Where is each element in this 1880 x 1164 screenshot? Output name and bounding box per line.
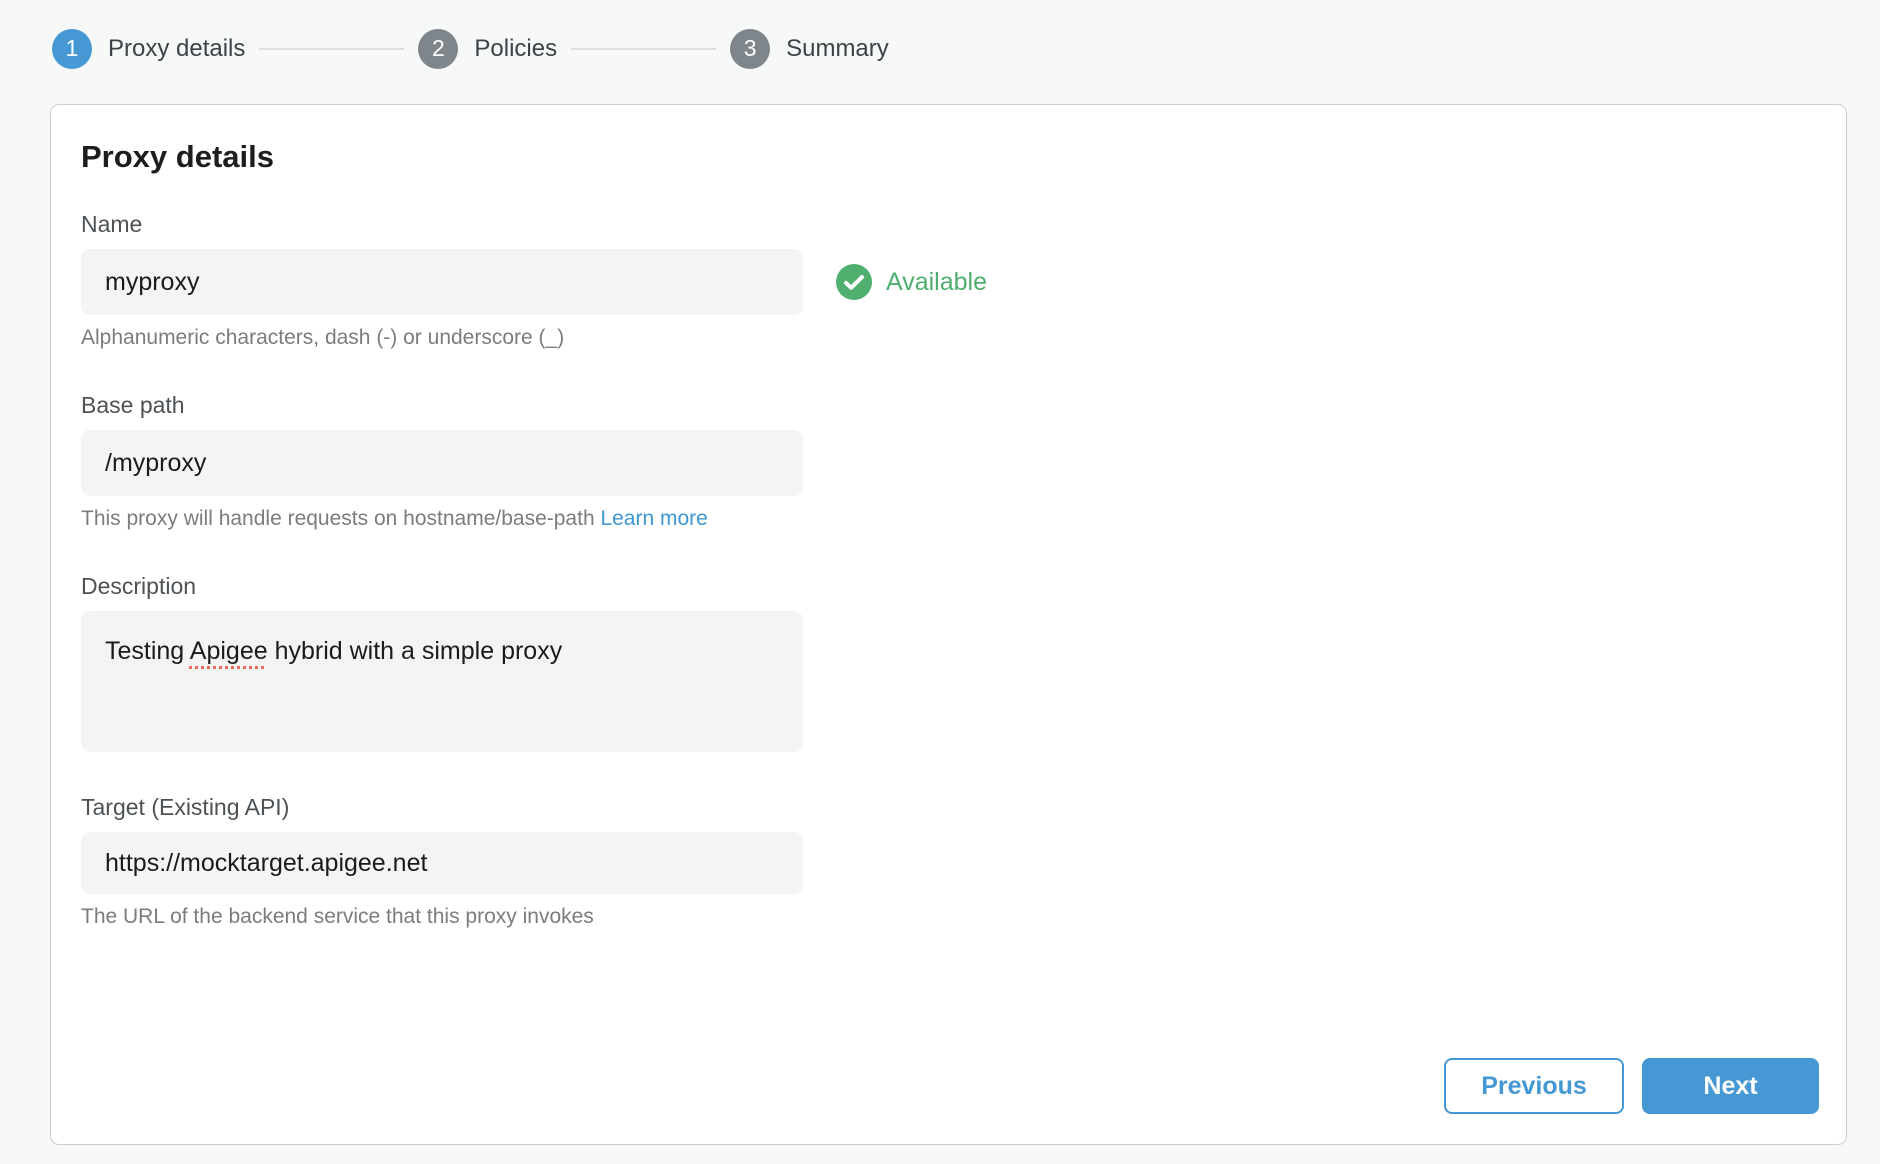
previous-button[interactable]: Previous: [1444, 1058, 1624, 1114]
name-label: Name: [81, 211, 1846, 238]
step-1-label: Proxy details: [108, 35, 245, 63]
name-input[interactable]: [81, 249, 803, 315]
description-field-group: Description Testing Apigee hybrid with a…: [81, 573, 1846, 752]
description-misspelled-word: Apigee: [190, 637, 268, 665]
name-field-group: Name Available Alphanumeric characters, …: [81, 211, 1846, 350]
wizard-stepper: 1 Proxy details 2 Policies 3 Summary: [52, 28, 1880, 69]
target-helper-text: The URL of the backend service that this…: [81, 905, 1846, 929]
name-helper-text: Alphanumeric characters, dash (-) or und…: [81, 326, 1846, 350]
base-path-helper-body: This proxy will handle requests on hostn…: [81, 507, 600, 530]
name-availability-status: Available: [836, 249, 987, 315]
step-2-label: Policies: [474, 35, 557, 63]
stepper-step-proxy-details[interactable]: 1 Proxy details: [52, 29, 245, 69]
panel-title: Proxy details: [81, 139, 1846, 175]
base-path-helper-text: This proxy will handle requests on hostn…: [81, 507, 1846, 531]
stepper-connector: [259, 48, 404, 50]
description-textarea[interactable]: Testing Apigee hybrid with a simple prox…: [81, 611, 803, 752]
base-path-field-group: Base path This proxy will handle request…: [81, 392, 1846, 531]
target-input[interactable]: [81, 832, 803, 894]
target-label: Target (Existing API): [81, 794, 1846, 821]
base-path-input[interactable]: [81, 430, 803, 496]
next-button[interactable]: Next: [1642, 1058, 1819, 1114]
step-3-circle: 3: [730, 29, 770, 69]
stepper-step-policies[interactable]: 2 Policies: [418, 29, 557, 69]
availability-label: Available: [886, 268, 987, 297]
step-1-circle: 1: [52, 29, 92, 69]
stepper-connector: [571, 48, 716, 50]
proxy-details-panel: Proxy details Name Available Alphanumeri…: [50, 104, 1847, 1145]
base-path-label: Base path: [81, 392, 1846, 419]
step-2-circle: 2: [418, 29, 458, 69]
description-text: hybrid with a simple proxy: [268, 637, 563, 665]
check-circle-icon: [836, 264, 872, 300]
target-field-group: Target (Existing API) The URL of the bac…: [81, 794, 1846, 929]
description-text: Testing: [105, 637, 190, 665]
step-3-label: Summary: [786, 35, 889, 63]
description-label: Description: [81, 573, 1846, 600]
learn-more-link[interactable]: Learn more: [600, 507, 707, 530]
stepper-step-summary[interactable]: 3 Summary: [730, 29, 889, 69]
wizard-footer-buttons: Previous Next: [1444, 1058, 1819, 1114]
